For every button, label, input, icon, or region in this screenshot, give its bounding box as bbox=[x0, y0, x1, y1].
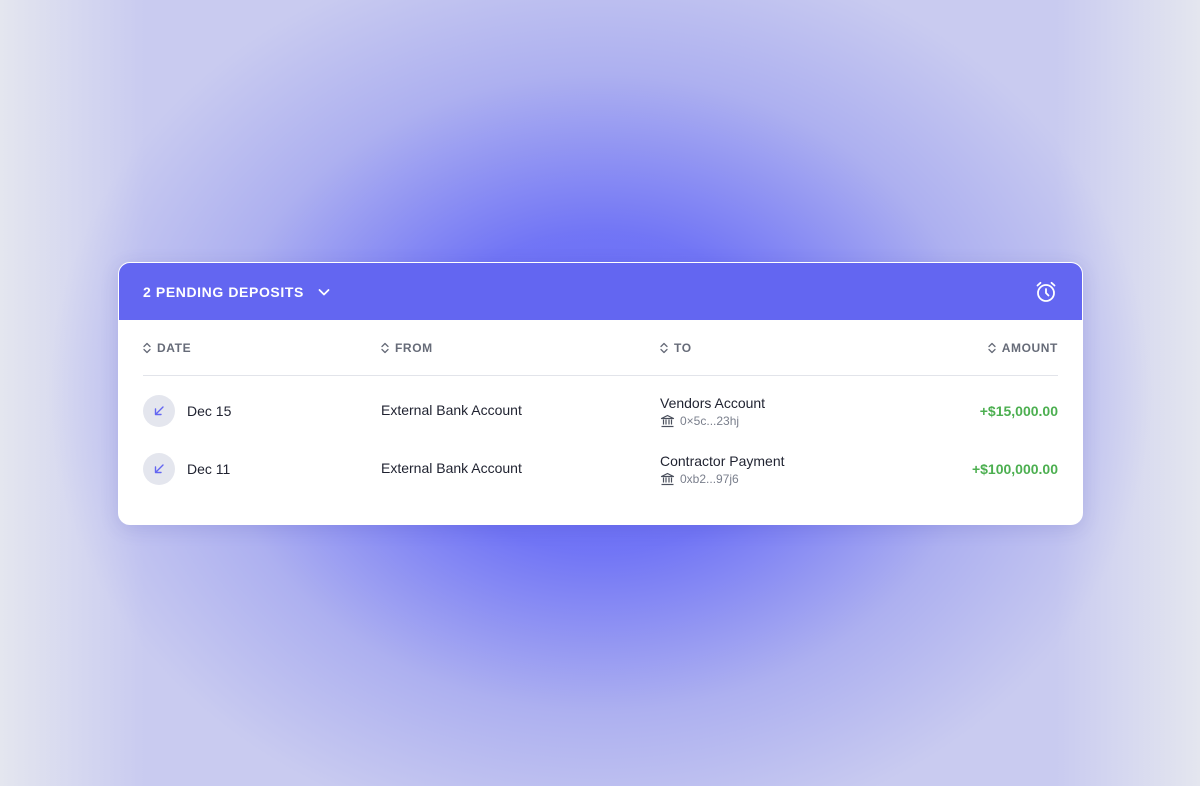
bank-icon bbox=[660, 472, 675, 486]
alarm-clock-icon[interactable] bbox=[1034, 280, 1058, 304]
sort-icon bbox=[143, 342, 151, 354]
from-cell: External Bank Account bbox=[381, 460, 660, 478]
sort-icon bbox=[988, 342, 996, 354]
card-header: 2 PENDING DEPOSITS bbox=[119, 263, 1082, 320]
from-text: External Bank Account bbox=[381, 460, 522, 476]
from-text: External Bank Account bbox=[381, 402, 522, 418]
column-header-date[interactable]: DATE bbox=[143, 341, 381, 355]
table-row[interactable]: Dec 15 External Bank Account Vendors Acc… bbox=[143, 382, 1058, 440]
column-label-amount: AMOUNT bbox=[1001, 340, 1058, 355]
from-cell: External Bank Account bbox=[381, 402, 660, 420]
chevron-down-icon bbox=[316, 284, 332, 300]
date-cell: Dec 11 bbox=[143, 453, 381, 485]
date-cell: Dec 15 bbox=[143, 395, 381, 427]
address-text: 0xb2...97j6 bbox=[680, 471, 739, 486]
to-account-address: 0xb2...97j6 bbox=[660, 472, 920, 486]
sort-icon bbox=[381, 342, 389, 354]
pending-deposits-card: 2 PENDING DEPOSITS DATE FROM TO AMOUNT D… bbox=[118, 262, 1083, 525]
amount-text: +$15,000.00 bbox=[979, 403, 1058, 419]
sort-icon bbox=[660, 342, 668, 354]
column-label-from: FROM bbox=[395, 340, 433, 355]
column-header-from[interactable]: FROM bbox=[381, 341, 660, 355]
to-account-name: Vendors Account bbox=[660, 394, 766, 411]
to-account-name: Contractor Payment bbox=[660, 452, 785, 469]
bank-icon bbox=[660, 414, 675, 428]
deposits-table: DATE FROM TO AMOUNT Dec 15 External Bank… bbox=[119, 320, 1082, 498]
incoming-arrow-icon bbox=[143, 395, 175, 427]
to-cell: Contractor Payment 0xb2...97j6 bbox=[660, 453, 920, 486]
table-row[interactable]: Dec 11 External Bank Account Contractor … bbox=[143, 440, 1058, 498]
incoming-arrow-icon bbox=[143, 453, 175, 485]
address-text: 0×5c...23hj bbox=[680, 413, 740, 428]
column-label-date: DATE bbox=[157, 340, 192, 355]
pending-deposits-title: 2 PENDING DEPOSITS bbox=[143, 283, 304, 300]
date-text: Dec 11 bbox=[187, 461, 231, 477]
column-header-amount[interactable]: AMOUNT bbox=[920, 341, 1058, 355]
column-header-to[interactable]: TO bbox=[660, 341, 920, 355]
amount-text: +$100,000.00 bbox=[971, 461, 1058, 477]
to-account-address: 0×5c...23hj bbox=[660, 414, 920, 428]
column-label-to: TO bbox=[674, 340, 692, 355]
pending-deposits-toggle[interactable]: 2 PENDING DEPOSITS bbox=[143, 284, 332, 300]
to-cell: Vendors Account 0×5c...23hj bbox=[660, 395, 920, 428]
date-text: Dec 15 bbox=[187, 403, 232, 419]
table-header: DATE FROM TO AMOUNT bbox=[143, 320, 1058, 376]
